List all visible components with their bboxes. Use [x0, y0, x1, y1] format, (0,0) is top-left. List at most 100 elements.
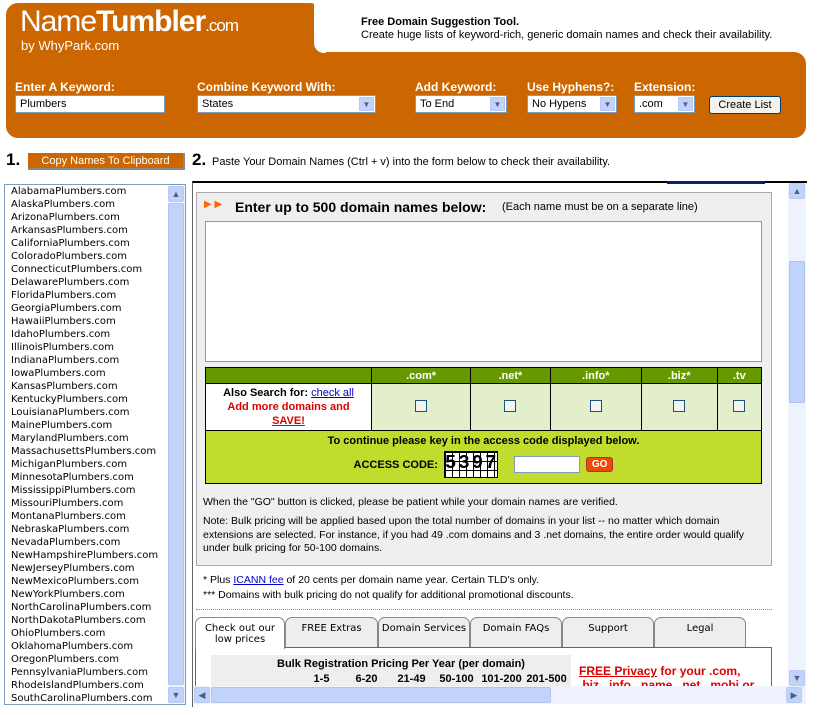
info-checkbox[interactable]	[589, 399, 602, 412]
check-all-link[interactable]: check all	[311, 387, 354, 399]
logo[interactable]: NameTumbler.com	[20, 6, 239, 42]
note-wait: When the "GO" button is clicked, please …	[203, 496, 618, 508]
domain-name-line: RhodeIslandPlumbers.com	[11, 680, 144, 691]
copy-names-button[interactable]: Copy Names To Clipboard	[28, 153, 185, 170]
domain-name-line: IowaPlumbers.com	[11, 368, 106, 379]
tab-domain-services[interactable]: Domain Services	[378, 617, 470, 648]
chevron-down-icon: ▼	[600, 97, 615, 111]
domain-name-line: MinnesotaPlumbers.com	[11, 472, 134, 483]
scroll-down-icon[interactable]: ▼	[168, 687, 184, 703]
frame-hscroll-thumb[interactable]	[211, 687, 551, 703]
chevron-down-icon: ▼	[359, 97, 374, 111]
ext-header: .biz*	[640, 367, 718, 384]
domain-name-line: MississippiPlumbers.com	[11, 485, 136, 496]
com-checkbox[interactable]	[415, 399, 428, 412]
scroll-thumb[interactable]	[168, 203, 184, 685]
domain-name-line: NewYorkPlumbers.com	[11, 589, 125, 600]
captcha-image: 5397	[443, 451, 498, 478]
free-privacy-link[interactable]: FREE Privacy	[579, 664, 657, 678]
keyword-label: Enter A Keyword:	[15, 80, 115, 94]
save-link[interactable]: SAVE!	[272, 415, 305, 427]
chevron-down-icon: ▼	[490, 97, 505, 111]
domain-name-line: ColoradoPlumbers.com	[11, 251, 127, 262]
checker-subtitle: (Each name must be on a separate line)	[502, 201, 698, 213]
scroll-left-icon[interactable]: ◀	[194, 687, 210, 703]
pricing-title: Bulk Registration Pricing Per Year (per …	[277, 658, 525, 670]
extension-select[interactable]: .com ▼	[634, 95, 695, 113]
names-textarea[interactable]: AlabamaPlumbers.com AlaskaPlumbers.com Ari…	[4, 184, 186, 705]
frame-vscroll-thumb[interactable]	[789, 261, 805, 403]
net-checkbox[interactable]	[504, 399, 517, 412]
divider	[196, 609, 772, 610]
domain-name-line: OregonPlumbers.com	[11, 654, 119, 665]
step2-number: 2.	[192, 150, 207, 169]
byline[interactable]: by WhyPark.com	[21, 38, 119, 53]
checker-title: Enter up to 500 domain names below:	[235, 199, 487, 215]
pricing-column-header: 6-20	[355, 673, 378, 685]
tab-free-extras[interactable]: FREE Extras	[285, 617, 378, 648]
domain-name-line: MassachusettsPlumbers.com	[11, 446, 157, 457]
pricing-table: Bulk Registration Pricing Per Year (per …	[211, 655, 571, 687]
names-scrollbar[interactable]: ▲ ▼	[168, 185, 185, 704]
domain-name-line: MainePlumbers.com	[11, 420, 113, 431]
frame-vscrollbar[interactable]: ▲ ▼	[788, 183, 806, 686]
domain-name-line: HawaiiPlumbers.com	[11, 316, 116, 327]
tab-legal[interactable]: Legal	[654, 617, 746, 648]
tv-checkbox[interactable]	[733, 399, 746, 412]
domain-name-line: CaliforniaPlumbers.com	[11, 238, 130, 249]
add-keyword-label: Add Keyword:	[415, 80, 497, 94]
add-keyword-value: To End	[420, 98, 455, 110]
combine-value: States	[202, 98, 234, 110]
domain-name-line: KansasPlumbers.com	[11, 381, 118, 392]
frame-hscrollbar[interactable]: ◀ ▶	[193, 686, 806, 704]
tab-low-prices[interactable]: Check out our low prices	[195, 617, 285, 649]
create-list-button[interactable]: Create List	[709, 96, 781, 114]
domain-name-line: OhioPlumbers.com	[11, 628, 106, 639]
scroll-up-icon[interactable]: ▲	[168, 186, 184, 202]
domain-name-line: MarylandPlumbers.com	[11, 433, 129, 444]
tab-support[interactable]: Support	[562, 617, 654, 648]
domain-name-line: LouisianaPlumbers.com	[11, 407, 130, 418]
domain-name-line: IndianaPlumbers.com	[11, 355, 120, 366]
domains-textarea[interactable]	[205, 221, 762, 362]
scroll-down-icon[interactable]: ▼	[789, 670, 805, 686]
domain-name-line: NewJerseyPlumbers.com	[11, 563, 135, 574]
ext-header: .tv	[716, 367, 763, 384]
step1-number: 1.	[6, 150, 21, 169]
domain-name-line: OklahomaPlumbers.com	[11, 641, 134, 652]
hyphens-select[interactable]: No Hypens ▼	[527, 95, 617, 113]
chevron-down-icon: ▼	[678, 97, 693, 111]
biz-checkbox[interactable]	[673, 399, 686, 412]
ext-header: .net*	[470, 367, 551, 384]
tab-domain-faqs[interactable]: Domain FAQs	[470, 617, 562, 648]
ext-header: .com*	[370, 367, 472, 384]
domain-name-line: SouthCarolinaPlumbers.com	[11, 693, 153, 704]
domain-name-line: NevadaPlumbers.com	[11, 537, 121, 548]
pricing-column-header: 50-100	[439, 673, 474, 685]
pricing-column-header: 201-500	[526, 673, 567, 685]
scroll-right-icon[interactable]: ▶	[786, 687, 802, 703]
pricing-column-header: 21-49	[397, 673, 426, 685]
domain-name-line: NebraskaPlumbers.com	[11, 524, 130, 535]
also-search-label: Also Search for:	[223, 387, 309, 399]
scroll-up-icon[interactable]: ▲	[789, 183, 805, 199]
note-bulk: Note: Bulk pricing will be applied based…	[203, 515, 745, 554]
domain-name-line: PennsylvaniaPlumbers.com	[11, 667, 148, 678]
add-keyword-select[interactable]: To End ▼	[415, 95, 507, 113]
icann-fee-link[interactable]: ICANN fee	[233, 574, 283, 586]
domain-name-line: NorthDakotaPlumbers.com	[11, 615, 146, 626]
hyphens-label: Use Hyphens?:	[527, 80, 615, 94]
go-button[interactable]: GO	[585, 457, 614, 472]
extensions-table: .com* .net* .info* .biz* .tv Also Search…	[205, 367, 763, 484]
domain-name-line: MichiganPlumbers.com	[11, 459, 128, 470]
combine-select[interactable]: States ▼	[197, 95, 376, 113]
domain-name-line: AlaskaPlumbers.com	[11, 199, 115, 210]
domain-name-line: FloridaPlumbers.com	[11, 290, 117, 301]
ext-header: .info*	[549, 367, 642, 384]
access-code-input[interactable]	[513, 456, 580, 473]
domain-name-line: AlabamaPlumbers.com	[11, 186, 127, 197]
keyword-input[interactable]: Plumbers	[15, 95, 165, 113]
domain-name-line: IdahoPlumbers.com	[11, 329, 111, 340]
add-more-text: Add more domains and	[227, 401, 350, 413]
hyphens-value: No Hypens	[532, 98, 587, 110]
